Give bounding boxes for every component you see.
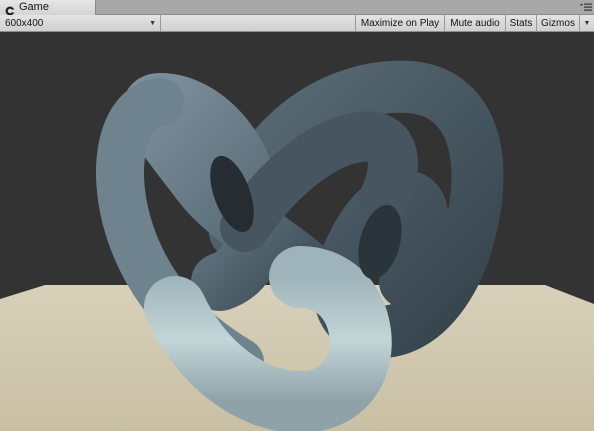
- resolution-value: 600x400: [5, 17, 44, 29]
- tab-bar: Game: [0, 0, 594, 15]
- gizmos-button[interactable]: Gizmos: [536, 15, 579, 31]
- tab-menu-icon[interactable]: [580, 2, 592, 12]
- chevron-down-icon: ▼: [583, 19, 591, 27]
- resolution-dropdown[interactable]: 600x400 ▼: [0, 15, 161, 31]
- scene-render: [0, 32, 594, 431]
- stats-button[interactable]: Stats: [505, 15, 536, 31]
- tab-game[interactable]: Game: [0, 0, 96, 15]
- mute-audio-button[interactable]: Mute audio: [444, 15, 505, 31]
- game-view-window: Game 600x400 ▼ Maximize on Play Mute aud…: [0, 0, 594, 431]
- gizmos-dropdown-arrow[interactable]: ▼: [579, 15, 594, 31]
- game-toolbar: 600x400 ▼ Maximize on Play Mute audio St…: [0, 15, 594, 32]
- game-viewport[interactable]: [0, 32, 594, 431]
- unity-logo-icon: [5, 3, 15, 15]
- maximize-on-play-button[interactable]: Maximize on Play: [355, 15, 444, 31]
- chevron-down-icon: ▼: [149, 19, 156, 27]
- tab-label: Game: [19, 1, 49, 13]
